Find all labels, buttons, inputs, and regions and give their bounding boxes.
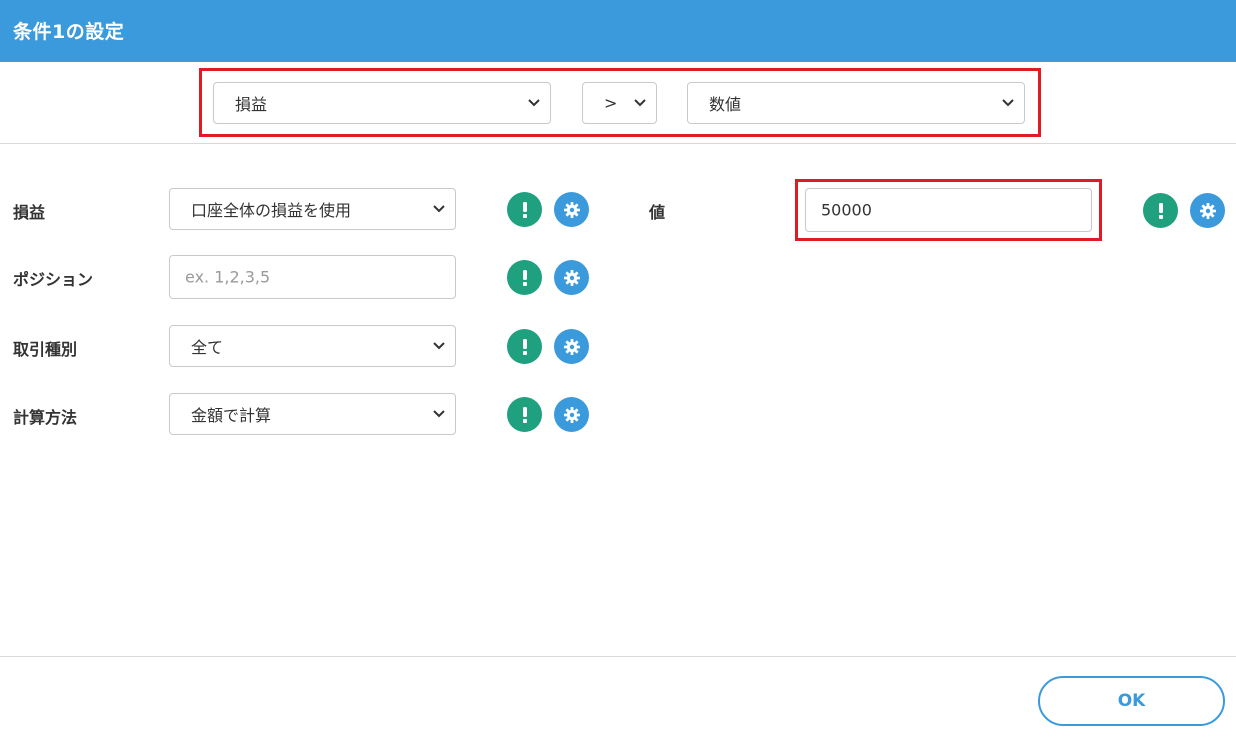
profit-value: 口座全体の損益を使用 (191, 201, 352, 220)
chevron-down-icon (433, 410, 445, 418)
chevron-down-icon (433, 342, 445, 350)
trade-type-label: 取引種別 (13, 340, 78, 359)
divider-bottom (0, 656, 1236, 657)
calc-method-select[interactable]: 金額で計算 (169, 393, 456, 435)
calc-method-value: 金額で計算 (191, 406, 272, 425)
divider-top (0, 143, 1236, 144)
chevron-down-icon (433, 205, 445, 213)
ok-button[interactable]: OK (1038, 676, 1225, 726)
calc-method-label: 計算方法 (13, 408, 78, 427)
profit-select[interactable]: 口座全体の損益を使用 (169, 188, 456, 230)
gear-icon[interactable] (554, 260, 589, 295)
dialog-header: 条件1の設定 (0, 0, 1236, 62)
gear-icon[interactable] (554, 397, 589, 432)
exclamation-icon[interactable] (507, 397, 542, 432)
gear-icon[interactable] (1190, 193, 1225, 228)
exclamation-icon[interactable] (1143, 193, 1178, 228)
value-highlight-box (795, 179, 1102, 241)
position-input[interactable]: ex. 1,2,3,5 (169, 255, 456, 299)
trade-type-select[interactable]: 全て (169, 325, 456, 367)
profit-label: 損益 (13, 203, 46, 222)
position-label: ポジション (13, 270, 94, 289)
exclamation-icon[interactable] (507, 329, 542, 364)
position-placeholder: ex. 1,2,3,5 (185, 267, 271, 287)
exclamation-icon[interactable] (507, 260, 542, 295)
gear-icon[interactable] (554, 329, 589, 364)
condition-highlight-box (199, 68, 1041, 137)
value-label: 値 (649, 203, 666, 222)
trade-type-value: 全て (191, 338, 224, 357)
gear-icon[interactable] (554, 192, 589, 227)
exclamation-icon[interactable] (507, 192, 542, 227)
dialog-title: 条件1の設定 (13, 21, 125, 43)
